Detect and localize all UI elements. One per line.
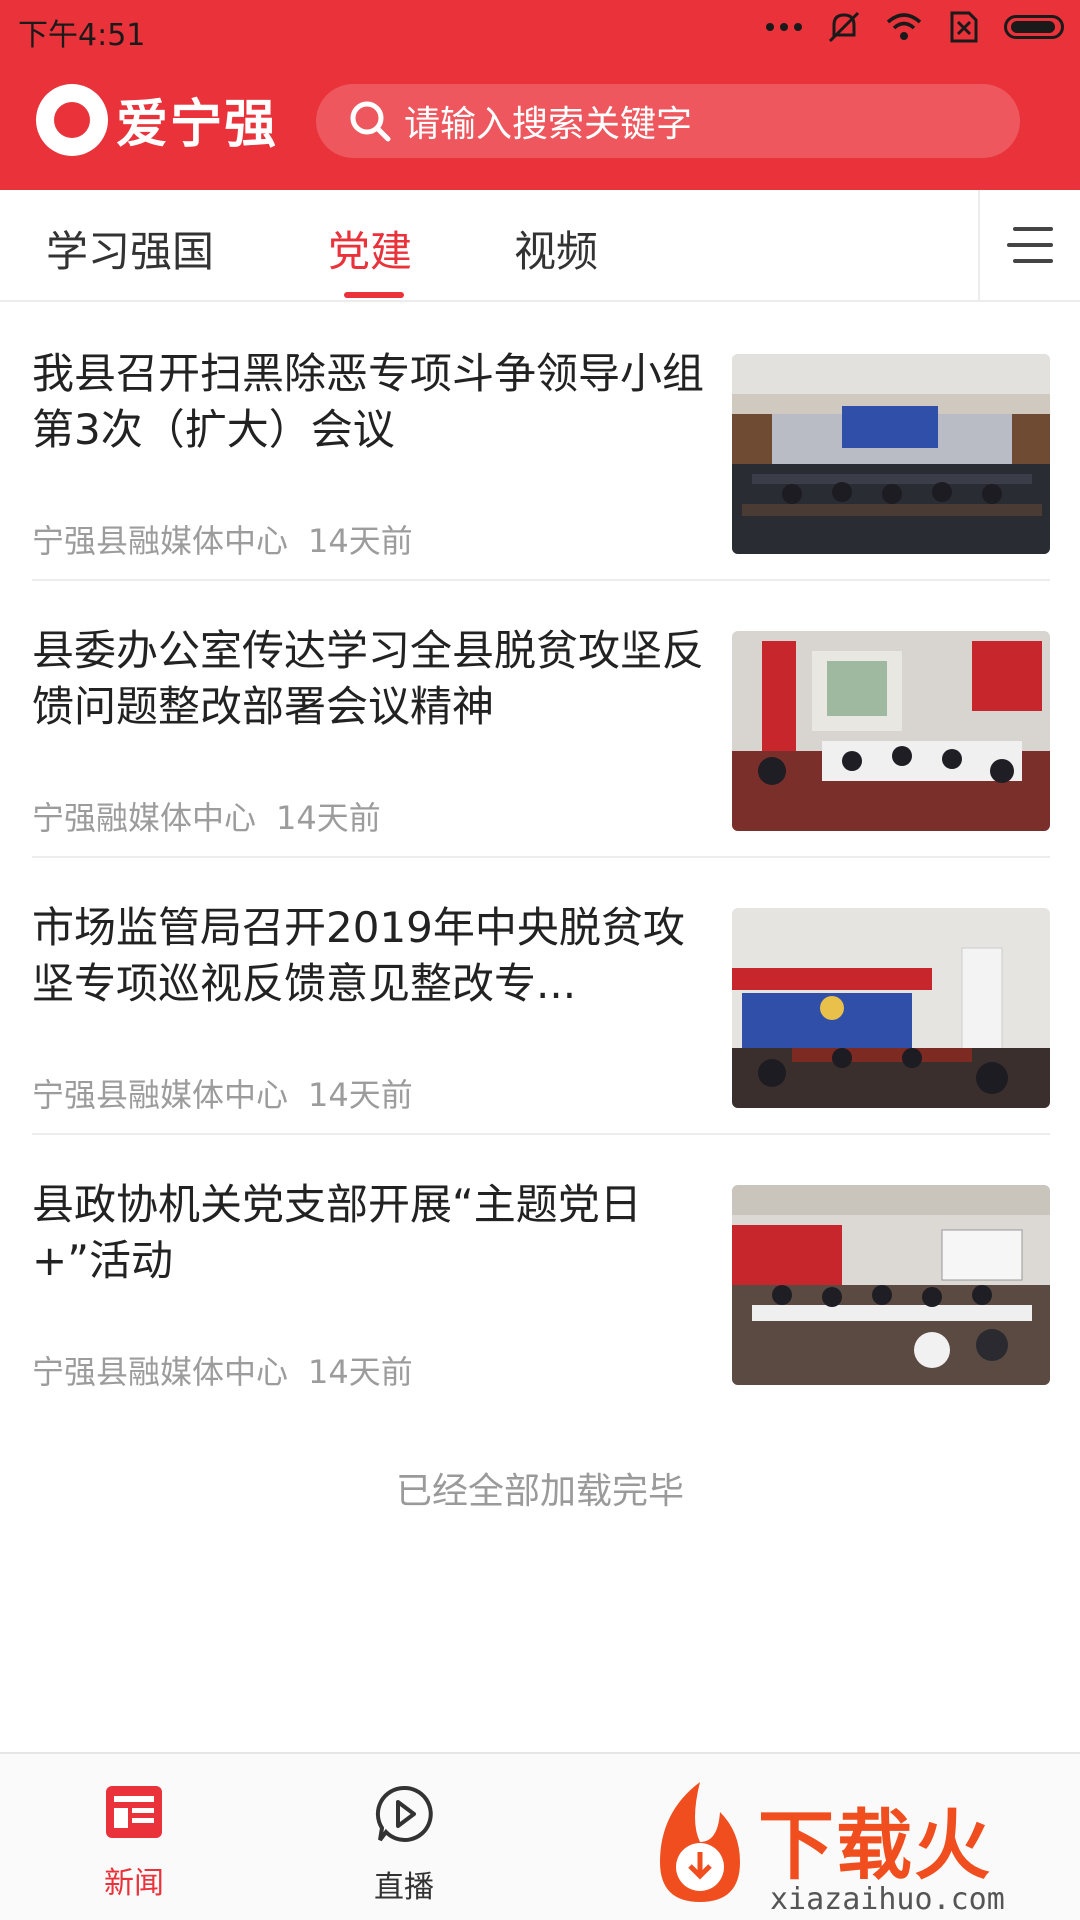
status-icons [764, 8, 1064, 46]
tab-dangjian[interactable]: 党建 [328, 218, 412, 279]
news-item[interactable]: 我县召开扫黑除恶专项斗争领导小组第3次（扩大）会议 宁强县融媒体中心 14天前 [32, 304, 1050, 581]
wifi-icon [884, 8, 924, 46]
mute-icon [824, 8, 864, 46]
flame-logo-icon [660, 1782, 740, 1902]
battery-icon [1004, 15, 1064, 39]
load-complete-text: 已经全部加载完毕 [395, 1471, 684, 1512]
app-logo: 爱宁强 [36, 82, 278, 157]
watermark: 下载火 xiazaihuo.com [640, 1772, 1080, 1920]
news-meta: 宁强县融媒体中心 14天前 [32, 1347, 413, 1393]
more-dots-icon [764, 8, 804, 46]
nav-news[interactable]: 新闻 [54, 1784, 214, 1902]
nav-live[interactable]: 直播 [324, 1784, 484, 1906]
tab-shipin[interactable]: 视频 [514, 218, 598, 279]
menu-icon [1007, 227, 1053, 263]
news-time: 14天前 [308, 522, 413, 560]
news-thumbnail [732, 1185, 1050, 1385]
news-source: 宁强县融媒体中心 [32, 1076, 289, 1114]
news-title: 我县召开扫黑除恶专项斗争领导小组第3次（扩大）会议 [32, 349, 705, 454]
search-bar[interactable]: 请输入搜索关键字 [316, 84, 1020, 158]
news-meta: 宁强县融媒体中心 14天前 [32, 516, 413, 562]
news-title: 市场监管局召开2019年中央脱贫攻坚专项巡视反馈意见整改专... [32, 903, 685, 1008]
news-item[interactable]: 县委办公室传达学习全县脱贫攻坚反馈问题整改部署会议精神 宁强融媒体中心 14天前 [32, 581, 1050, 858]
news-source: 宁强县融媒体中心 [32, 522, 289, 560]
search-icon [348, 99, 392, 143]
tab-xuexi-qiangguo[interactable]: 学习强国 [46, 218, 214, 279]
news-meta: 宁强县融媒体中心 14天前 [32, 1070, 413, 1116]
status-time: 下午4:51 [18, 18, 146, 53]
news-time: 14天前 [308, 1353, 413, 1391]
news-time: 14天前 [276, 799, 381, 837]
news-thumbnail [732, 354, 1050, 554]
search-input[interactable]: 请输入搜索关键字 [404, 95, 692, 147]
no-sim-icon [944, 8, 984, 46]
play-icon [375, 1785, 433, 1842]
nav-live-label: 直播 [374, 1870, 434, 1905]
news-source: 宁强县融媒体中心 [32, 1353, 289, 1391]
news-item[interactable]: 县政协机关党支部开展“主题党日+”活动 宁强县融媒体中心 14天前 [32, 1135, 1050, 1412]
news-thumbnail [732, 631, 1050, 831]
news-meta: 宁强融媒体中心 14天前 [32, 793, 381, 839]
news-title: 县委办公室传达学习全县脱贫攻坚反馈问题整改部署会议精神 [32, 626, 705, 731]
category-tabs: 学习强国 党建 视频 [0, 190, 1080, 302]
tabs-menu-button[interactable] [978, 190, 1080, 300]
logo-text: 爱宁强 [116, 94, 279, 155]
news-source: 宁强融媒体中心 [32, 799, 257, 837]
nav-news-label: 新闻 [104, 1866, 164, 1901]
active-tab-indicator [344, 292, 404, 298]
news-icon [106, 1786, 162, 1838]
news-title: 县政协机关党支部开展“主题党日+”活动 [32, 1180, 642, 1285]
news-time: 14天前 [308, 1076, 413, 1114]
watermark-text: 下载火 [758, 1801, 992, 1890]
watermark-url: xiazaihuo.com [770, 1882, 1005, 1917]
news-thumbnail [732, 908, 1050, 1108]
app-header: 下午4:51 爱宁强 请输入搜索关键字 [0, 0, 1080, 190]
news-item[interactable]: 市场监管局召开2019年中央脱贫攻坚专项巡视反馈意见整改专... 宁强县融媒体中… [32, 858, 1050, 1135]
logo-mark-icon [36, 83, 108, 156]
status-bar: 下午4:51 [0, 0, 1080, 56]
